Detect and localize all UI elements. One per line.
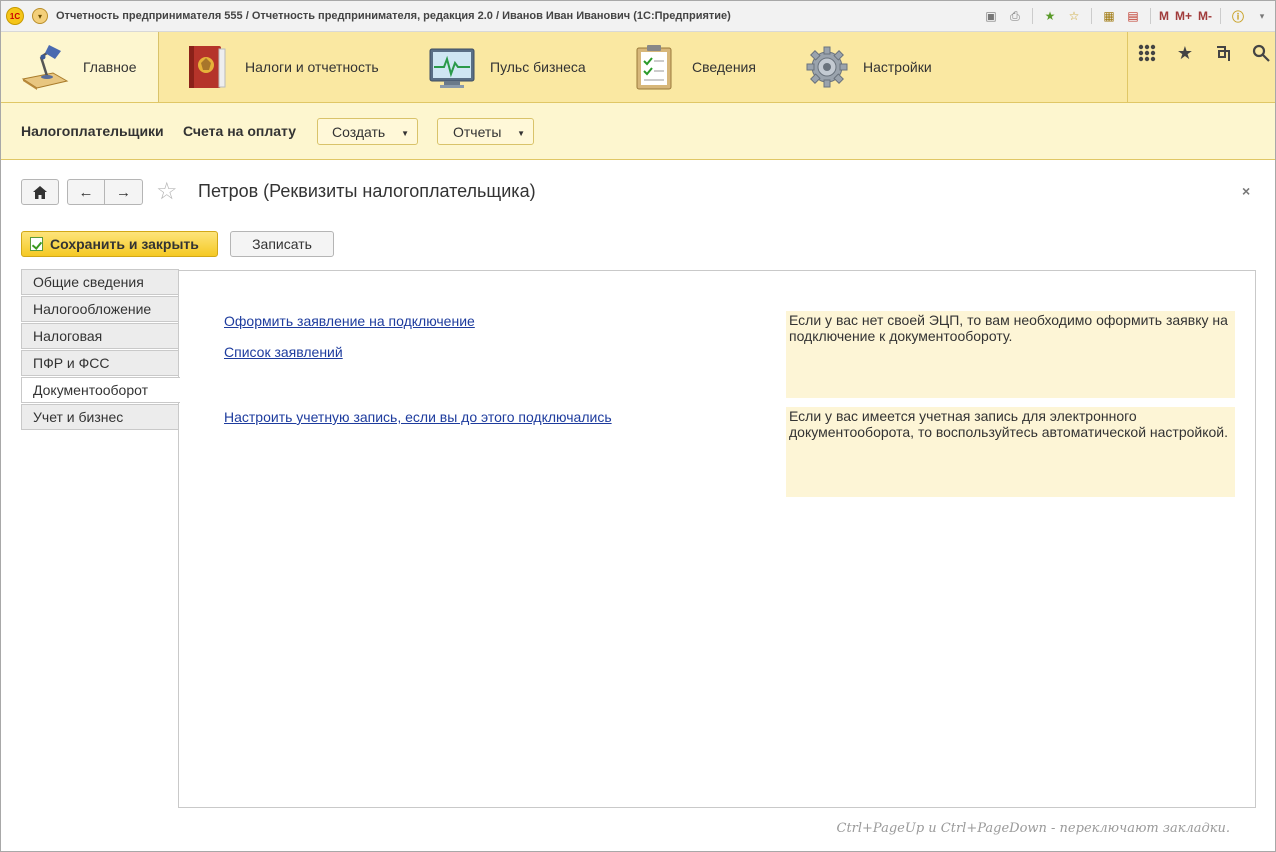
memory-button[interactable]: M — [1159, 9, 1169, 23]
save-and-close-label: Сохранить и закрыть — [50, 236, 199, 252]
toolbar-divider — [1220, 8, 1221, 24]
forward-button[interactable]: → — [104, 179, 143, 205]
section-label: Пульс бизнеса — [490, 59, 586, 75]
tab-taxation[interactable]: Налогообложение — [21, 296, 179, 322]
apply-connection-link[interactable]: Оформить заявление на подключение — [224, 313, 475, 329]
reports-label: Отчеты — [453, 123, 502, 140]
tab-pfr-fss[interactable]: ПФР и ФСС — [21, 350, 179, 376]
section-label: Налоги и отчетность — [245, 59, 379, 75]
toolbar-divider — [1090, 8, 1092, 24]
tab-general[interactable]: Общие сведения — [21, 269, 179, 295]
sections-panel: Главное Налоги и отчетность Пульс бизнес… — [1, 32, 1275, 103]
history-icon[interactable] — [1212, 42, 1234, 64]
app-window: 1С ▾ Отчетность предпринимателя 555 / От… — [0, 0, 1276, 852]
tools-panel: ★ — [1127, 32, 1275, 102]
setup-account-link[interactable]: Настроить учетную запись, если вы до это… — [224, 409, 612, 425]
form-title: Петров (Реквизиты налогоплательщика) — [198, 181, 536, 201]
add-favorite-icon[interactable]: ★ — [1041, 7, 1059, 25]
section-info[interactable]: Сведения — [633, 32, 756, 102]
chevron-down-icon: ▼ — [401, 129, 409, 138]
hint-existing-account: Если у вас имеется учетная запись для эл… — [786, 407, 1235, 497]
title-bar: 1С ▾ Отчетность предпринимателя 555 / От… — [1, 1, 1275, 32]
toolbar-divider — [1031, 8, 1033, 24]
search-icon[interactable] — [1250, 42, 1272, 64]
monitor-pulse-icon — [428, 43, 476, 91]
tab-document-flow[interactable]: Документооборот — [21, 377, 180, 403]
favorites-star-icon[interactable]: ★ — [1174, 42, 1196, 64]
title-toolbar: ▣ ⎙ ★ ☆ ▦ ▤ M M+ M- ⓘ ▾ — [982, 7, 1271, 25]
all-functions-icon[interactable] — [1136, 42, 1158, 64]
close-icon[interactable]: × — [1242, 183, 1250, 199]
chevron-down-icon: ▼ — [517, 129, 525, 138]
main-menu-icon[interactable]: ▾ — [32, 8, 48, 24]
section-label: Сведения — [692, 59, 756, 75]
create-label: Создать — [332, 123, 386, 140]
reports-dropdown-button[interactable]: Отчеты ▼ — [437, 118, 534, 145]
memory-minus-button[interactable]: M- — [1198, 9, 1212, 23]
save-and-close-button[interactable]: Сохранить и закрыть — [21, 231, 218, 257]
save-icon[interactable]: ▣ — [982, 7, 1000, 25]
document-check-icon — [30, 237, 43, 251]
taxpayers-link[interactable]: Налогоплательщики — [21, 123, 164, 139]
calculator-icon[interactable]: ▦ — [1100, 7, 1118, 25]
info-icon[interactable]: ⓘ — [1229, 7, 1247, 25]
window-title: Отчетность предпринимателя 555 / Отчетно… — [56, 10, 731, 22]
app-logo-icon[interactable]: 1С — [6, 7, 24, 25]
invoices-link[interactable]: Счета на оплату — [183, 123, 296, 139]
toolbar-divider — [1149, 8, 1151, 24]
tab-accounting-business[interactable]: Учет и бизнес — [21, 404, 179, 430]
create-dropdown-button[interactable]: Создать ▼ — [317, 118, 418, 145]
favorite-star-icon[interactable]: ☆ — [156, 178, 178, 206]
gear-icon — [806, 43, 848, 91]
section-label: Настройки — [863, 59, 932, 75]
hint-no-signature: Если у вас нет своей ЭЦП, то вам необход… — [786, 311, 1235, 398]
arrow-right-icon: → — [116, 183, 131, 201]
applications-list-link[interactable]: Список заявлений — [224, 344, 343, 360]
arrow-left-icon: ← — [78, 183, 94, 201]
favorites-icon[interactable]: ☆ — [1065, 7, 1083, 25]
home-button[interactable] — [21, 179, 59, 205]
calendar-icon[interactable]: ▤ — [1124, 7, 1142, 25]
chevron-down-icon[interactable]: ▾ — [1253, 7, 1271, 25]
book-icon — [183, 43, 231, 91]
home-icon — [33, 185, 47, 199]
section-taxes[interactable]: Налоги и отчетность — [183, 32, 379, 102]
section-label: Главное — [83, 59, 137, 75]
desk-lamp-icon — [19, 43, 69, 91]
section-business-pulse[interactable]: Пульс бизнеса — [428, 32, 586, 102]
clipboard-icon — [633, 43, 677, 91]
back-button[interactable]: ← — [67, 179, 105, 205]
write-button[interactable]: Записать — [230, 231, 334, 257]
memory-plus-button[interactable]: M+ — [1175, 9, 1192, 23]
tab-tax-office[interactable]: Налоговая — [21, 323, 179, 349]
tab-switch-hint: Ctrl+PageUp и Ctrl+PageDown - переключаю… — [836, 821, 1231, 836]
section-settings[interactable]: Настройки — [806, 32, 932, 102]
print-icon[interactable]: ⎙ — [1006, 7, 1024, 25]
section-main[interactable]: Главное — [1, 32, 159, 102]
functions-panel: Налогоплательщики Счета на оплату Создат… — [1, 103, 1275, 160]
